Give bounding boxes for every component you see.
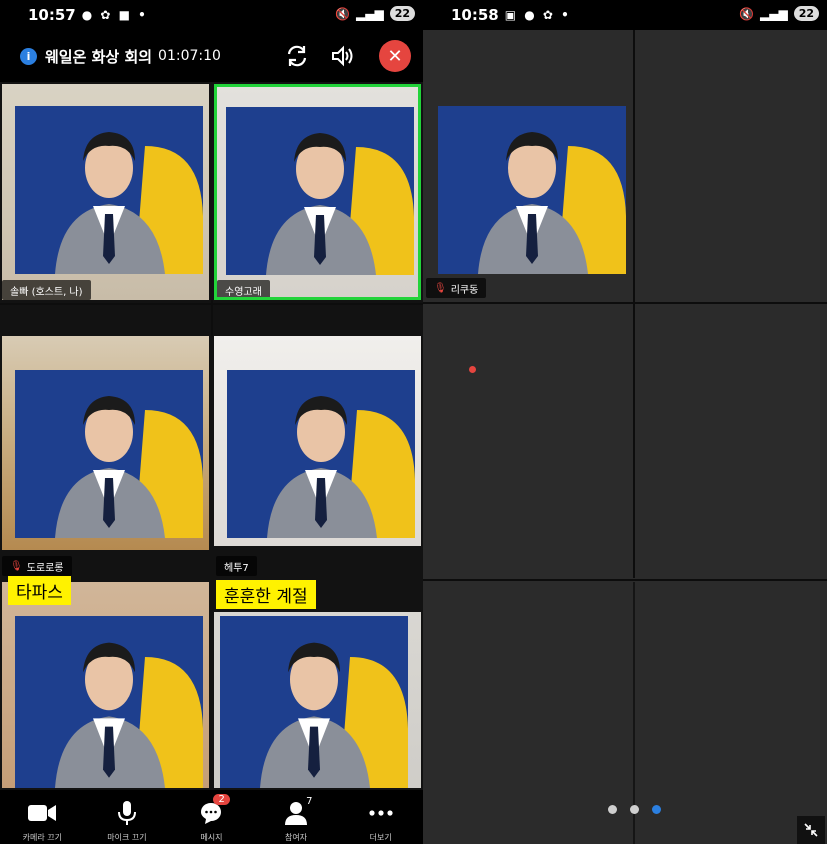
- profile-photo: [15, 370, 203, 538]
- signal-icon: ▂▄▆: [760, 6, 788, 21]
- status-bar-right: 10:58 ▣ ● ✿ • 🔇 ▂▄▆ 22: [423, 0, 827, 30]
- notification-icons: ▣ ● ✿ •: [504, 8, 571, 22]
- profile-photo: [220, 616, 408, 788]
- participant-nametag: 🎙 리쿠동: [426, 278, 487, 298]
- battery-indicator: 22: [793, 6, 819, 21]
- grid-divider: [423, 302, 827, 304]
- video-tile[interactable]: [214, 336, 421, 546]
- camera-label: 카메라 끄기: [22, 833, 62, 842]
- microphone-icon: [117, 800, 137, 826]
- video-tile-speaking[interactable]: 수영고래: [214, 84, 421, 300]
- screen: 10:57 ● ✿ ■ • 🔇 ▂▄▆ 22 i 웨일온 화상 회의 01:07…: [0, 0, 827, 844]
- participant-name: 수영고래: [225, 286, 262, 298]
- participants-count: 7: [306, 796, 313, 807]
- info-icon[interactable]: i: [20, 47, 37, 65]
- participant-nametag: 수영고래: [217, 280, 270, 298]
- collapse-arrows-icon: [804, 823, 818, 837]
- right-screenshot: 10:58 ▣ ● ✿ • 🔇 ▂▄▆ 22 🎙 리쿠동: [423, 0, 827, 844]
- more-label: 더보기: [369, 833, 392, 842]
- mic-muted-icon: 🎙: [434, 282, 447, 294]
- participants-button[interactable]: 7 참여자: [266, 796, 326, 843]
- participant-nametag: 헤투7: [216, 556, 257, 576]
- grid-divider: [633, 30, 635, 578]
- page-indicator-dot[interactable]: [630, 805, 639, 814]
- profile-photo: [226, 107, 414, 275]
- profile-photo: [15, 106, 203, 274]
- leave-meeting-button[interactable]: ✕: [379, 40, 411, 72]
- grid-divider: [423, 579, 827, 581]
- video-tile[interactable]: [438, 106, 626, 274]
- status-right-icons: 🔇 ▂▄▆ 22: [335, 6, 415, 21]
- signal-icon: ▂▄▆: [356, 6, 384, 21]
- person-icon: [285, 800, 308, 826]
- participants-label: 참여자: [285, 833, 308, 842]
- participant-name: 솔빠 (호스트, 나): [10, 286, 83, 298]
- video-tile[interactable]: [2, 582, 209, 788]
- participant-name: 리쿠동: [450, 284, 479, 296]
- participant-name: 도로로롱: [26, 562, 64, 574]
- participant-nametag: 🎙 도로로롱: [2, 556, 72, 576]
- camera-icon: [27, 800, 57, 826]
- participant-name: 헤투7: [224, 562, 249, 574]
- caption-sticker: 타파스: [8, 576, 71, 605]
- left-screenshot: 10:57 ● ✿ ■ • 🔇 ▂▄▆ 22 i 웨일온 화상 회의 01:07…: [0, 0, 423, 844]
- status-right-icons: 🔇 ▂▄▆ 22: [739, 6, 819, 21]
- camera-off-button[interactable]: 카메라 끄기: [12, 800, 72, 843]
- profile-photo: [227, 370, 415, 538]
- participant-nametag: 솔빠 (호스트, 나): [2, 280, 91, 300]
- unread-badge: 2: [213, 794, 230, 805]
- status-time: 10:57: [28, 6, 76, 24]
- mute-icon: 🔇: [739, 6, 754, 21]
- meeting-title: 웨일온 화상 회의: [45, 47, 153, 66]
- meeting-toolbar: 카메라 끄기 마이크 끄기 2 메시지 7 참여자 더보기: [0, 790, 423, 844]
- more-dots-icon: [369, 800, 393, 826]
- page-indicator-dot[interactable]: [608, 805, 617, 814]
- mic-label: 마이크 끄기: [107, 833, 147, 842]
- battery-indicator: 22: [389, 6, 415, 21]
- switch-camera-icon[interactable]: [283, 42, 311, 70]
- status-time: 10:58: [451, 6, 499, 24]
- minimize-button[interactable]: [797, 816, 825, 844]
- page-indicator-dot-active[interactable]: [652, 805, 661, 814]
- notification-icons: ● ✿ ■ •: [81, 8, 148, 22]
- video-tile[interactable]: 솔빠 (호스트, 나): [2, 84, 209, 300]
- status-bar-left: 10:57 ● ✿ ■ • 🔇 ▂▄▆ 22: [0, 0, 423, 30]
- video-tile[interactable]: [214, 612, 421, 788]
- profile-photo: [15, 616, 203, 788]
- meeting-timer: 01:07:10: [158, 48, 221, 64]
- more-button[interactable]: 더보기: [351, 800, 411, 843]
- profile-photo: [438, 106, 626, 274]
- grid-divider: [211, 300, 213, 336]
- mute-icon: 🔇: [335, 6, 350, 21]
- mic-off-button[interactable]: 마이크 끄기: [97, 800, 157, 843]
- message-label: 메시지: [200, 833, 223, 842]
- mic-muted-icon: 🎙: [10, 560, 23, 572]
- video-tile[interactable]: [2, 336, 209, 550]
- caption-sticker: 훈훈한 계절: [216, 580, 316, 609]
- speaker-icon[interactable]: [328, 42, 356, 70]
- meeting-header: i 웨일온 화상 회의 01:07:10 ✕: [0, 30, 423, 82]
- recording-dot: [469, 366, 476, 373]
- message-button[interactable]: 2 메시지: [181, 794, 241, 843]
